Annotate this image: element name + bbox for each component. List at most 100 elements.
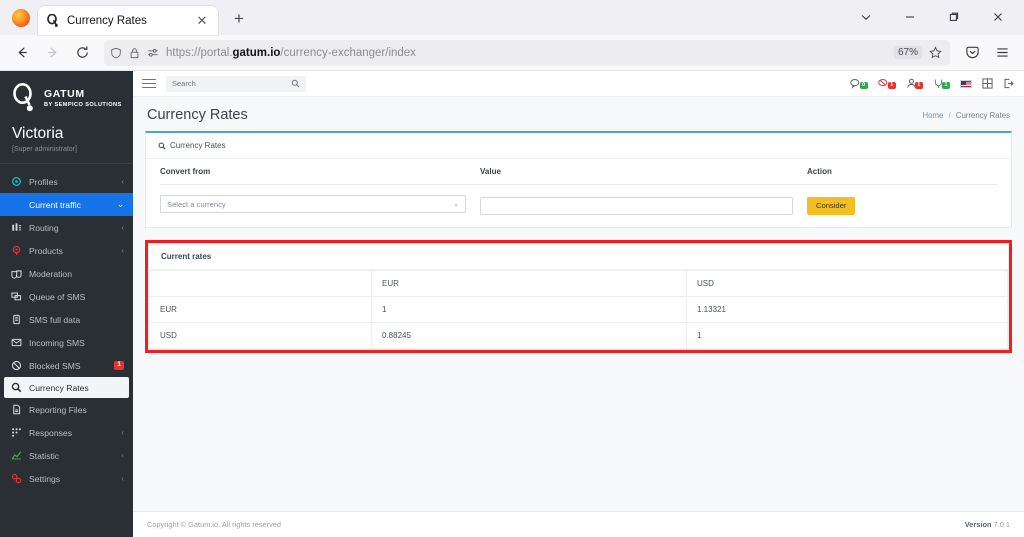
sidebar-item-label: Currency Rates bbox=[29, 382, 89, 393]
table-row: EUR 1 1.13321 bbox=[149, 295, 1008, 323]
maximize-button[interactable] bbox=[932, 2, 976, 32]
sidebar-item-label: Moderation bbox=[29, 268, 72, 279]
apps-grid-icon[interactable] bbox=[982, 78, 993, 89]
browser-window: Currency Rates ✕ + https://portal.gatum.… bbox=[0, 0, 1024, 537]
brand-name: GATUM bbox=[44, 87, 85, 100]
incoming-sms-icon bbox=[10, 337, 22, 349]
window-controls bbox=[844, 2, 1020, 32]
table-header: EUR USD bbox=[149, 269, 1008, 297]
sidebar-item-products[interactable]: Products ‹ bbox=[0, 239, 133, 262]
list-all-tabs-button[interactable] bbox=[844, 2, 888, 32]
back-arrow-icon[interactable] bbox=[8, 39, 36, 67]
sidebar-item-profiles[interactable]: Profiles ‹ bbox=[0, 170, 133, 193]
settings-icon bbox=[10, 473, 22, 485]
version-info: Version 7.0.1 bbox=[965, 520, 1010, 529]
brand-logo[interactable]: GATUM BY SEMPICO SOLUTIONS bbox=[0, 71, 133, 119]
rates-card-header: Current rates bbox=[149, 244, 1008, 270]
sidebar-item-blocked-sms[interactable]: Blocked SMS 1 bbox=[0, 354, 133, 377]
hamburger-icon[interactable] bbox=[142, 78, 156, 89]
browser-toolbar-actions bbox=[958, 39, 1016, 67]
table-row: USD 0.88245 1 bbox=[149, 321, 1008, 349]
chevron-down-icon: ⌄ bbox=[117, 200, 124, 209]
sidebar-item-settings[interactable]: Settings ‹ bbox=[0, 467, 133, 490]
search-icon[interactable] bbox=[291, 79, 300, 88]
close-window-button[interactable] bbox=[976, 2, 1020, 32]
search-box[interactable] bbox=[166, 75, 306, 92]
version-number: 7.0.1 bbox=[993, 520, 1010, 529]
firefox-logo-icon bbox=[12, 9, 30, 27]
breadcrumb-home-link[interactable]: Home bbox=[923, 111, 944, 120]
sidebar-item-label: SMS full data bbox=[29, 314, 81, 325]
app-menu-icon[interactable] bbox=[988, 39, 1016, 67]
zoom-level-indicator[interactable]: 67% bbox=[893, 46, 922, 59]
responses-icon bbox=[10, 427, 22, 439]
sidebar-item-label: Blocked SMS bbox=[29, 360, 81, 371]
lock-icon[interactable] bbox=[129, 47, 140, 59]
blocked-traffic-icon[interactable]: 1 bbox=[877, 78, 896, 90]
converter-form: Convert from Select a currency ⌄ Value A… bbox=[146, 159, 1011, 227]
sidebar-item-label: Statistic bbox=[29, 450, 60, 461]
column-header-currency bbox=[149, 269, 372, 297]
connections-icon[interactable]: 1 bbox=[933, 78, 950, 90]
page-footer: Copyright © Gatum.io. All rights reserve… bbox=[133, 511, 1024, 537]
products-icon bbox=[10, 245, 22, 257]
sidebar-item-currency-rates[interactable]: Currency Rates bbox=[4, 377, 129, 398]
currency-rates-icon bbox=[10, 382, 22, 394]
sidebar-item-responses[interactable]: Responses ‹ bbox=[0, 421, 133, 444]
action-column: Action Consider bbox=[807, 159, 997, 227]
convert-from-label: Convert from bbox=[160, 159, 480, 185]
users-online-icon[interactable]: 1 bbox=[906, 78, 923, 90]
sidebar-item-moderation[interactable]: Moderation bbox=[0, 262, 133, 285]
sidebar-item-label: Profiles bbox=[29, 176, 58, 187]
row-currency-usd: USD bbox=[149, 321, 372, 349]
current-rates-card: Current rates EUR USD EUR 1 1.13321 USD … bbox=[148, 242, 1009, 350]
action-label: Action bbox=[807, 159, 997, 185]
chevron-left-icon: ‹ bbox=[121, 177, 124, 186]
sidebar-item-reporting-files[interactable]: Reporting Files bbox=[0, 398, 133, 421]
breadcrumb-separator: / bbox=[948, 110, 951, 120]
minimize-button[interactable] bbox=[888, 2, 932, 32]
save-to-pocket-icon[interactable] bbox=[958, 39, 986, 67]
currency-select[interactable]: Select a currency ⌄ bbox=[160, 195, 466, 213]
chevron-left-icon: ‹ bbox=[121, 223, 124, 232]
table-header-row: EUR USD bbox=[149, 269, 1008, 297]
sidebar-item-label: Incoming SMS bbox=[29, 337, 85, 348]
new-tab-button[interactable]: + bbox=[226, 6, 252, 32]
sidebar-item-sms-full-data[interactable]: SMS full data bbox=[0, 308, 133, 331]
reload-icon[interactable] bbox=[68, 39, 96, 67]
sidebar: GATUM BY SEMPICO SOLUTIONS Victoria [Sup… bbox=[0, 71, 133, 537]
value-input[interactable] bbox=[480, 196, 793, 215]
star-icon[interactable] bbox=[929, 46, 944, 59]
sidebar-item-routing[interactable]: Routing ‹ bbox=[0, 216, 133, 239]
url-scheme: https:// bbox=[166, 46, 201, 59]
shield-icon[interactable] bbox=[110, 47, 122, 59]
sidebar-item-label: Routing bbox=[29, 222, 59, 233]
breadcrumb-current: Currency Rates bbox=[955, 110, 1010, 120]
language-flag-icon[interactable] bbox=[960, 79, 972, 88]
page-viewport: GATUM BY SEMPICO SOLUTIONS Victoria [Sup… bbox=[0, 71, 1024, 537]
sidebar-item-statistic[interactable]: Statistic ‹ bbox=[0, 444, 133, 467]
url-host-prefix: portal. bbox=[200, 46, 233, 59]
sidebar-item-current-traffic[interactable]: Current traffic ⌄ bbox=[0, 193, 133, 216]
search-input[interactable] bbox=[172, 79, 287, 88]
sms-traffic-icon[interactable]: 0 bbox=[849, 78, 868, 90]
chevron-left-icon: ‹ bbox=[121, 474, 124, 483]
current-traffic-icon bbox=[10, 199, 22, 211]
value-label: Value bbox=[480, 159, 807, 185]
tab-close-icon[interactable]: ✕ bbox=[194, 13, 210, 29]
permissions-icon[interactable] bbox=[147, 47, 159, 59]
statistic-icon bbox=[10, 450, 22, 462]
gatum-favicon-icon bbox=[46, 13, 60, 28]
badge-count: 1 bbox=[914, 81, 923, 90]
table-body: EUR 1 1.13321 USD 0.88245 1 bbox=[149, 295, 1008, 349]
sidebar-item-incoming-sms[interactable]: Incoming SMS bbox=[0, 331, 133, 354]
page-header: Currency Rates Home / Currency Rates bbox=[133, 97, 1024, 131]
address-bar[interactable]: https://portal.gatum.io/currency-exchang… bbox=[104, 39, 950, 66]
currency-select-value: Select a currency bbox=[167, 199, 226, 209]
logout-icon[interactable] bbox=[1003, 78, 1014, 89]
chevron-left-icon: ‹ bbox=[121, 428, 124, 437]
consider-button[interactable]: Consider bbox=[807, 196, 856, 215]
sidebar-item-queue-of-sms[interactable]: Queue of SMS bbox=[0, 285, 133, 308]
rate-eur-eur: 1 bbox=[371, 295, 687, 323]
browser-tab-currency-rates[interactable]: Currency Rates ✕ bbox=[38, 6, 218, 35]
